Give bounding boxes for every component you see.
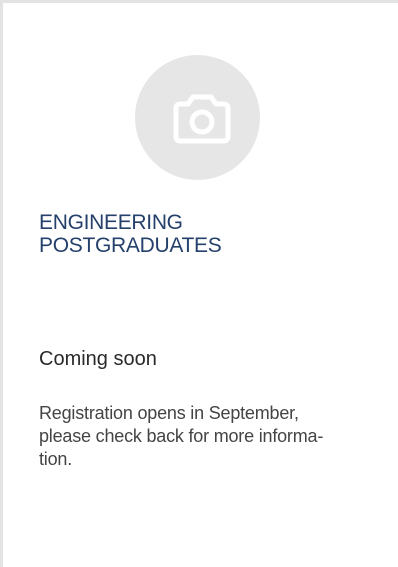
description-line-1: Registration opens in September, <box>39 403 299 423</box>
status-text: Coming soon <box>39 348 157 370</box>
program-title: ENGINEERING POSTGRADUATES <box>39 211 369 257</box>
camera-icon <box>173 94 231 144</box>
description-line-3: tion. <box>39 449 73 469</box>
program-card: ENGINEERING POSTGRADUATES Coming soon Re… <box>0 0 398 567</box>
image-placeholder <box>135 55 260 180</box>
description-text: Registration opens in September, please … <box>39 402 367 471</box>
title-line-1: ENGINEERING <box>39 211 183 234</box>
title-line-2: POSTGRADUATES <box>39 234 222 257</box>
description-line-2: please check back for more informa- <box>39 426 324 446</box>
